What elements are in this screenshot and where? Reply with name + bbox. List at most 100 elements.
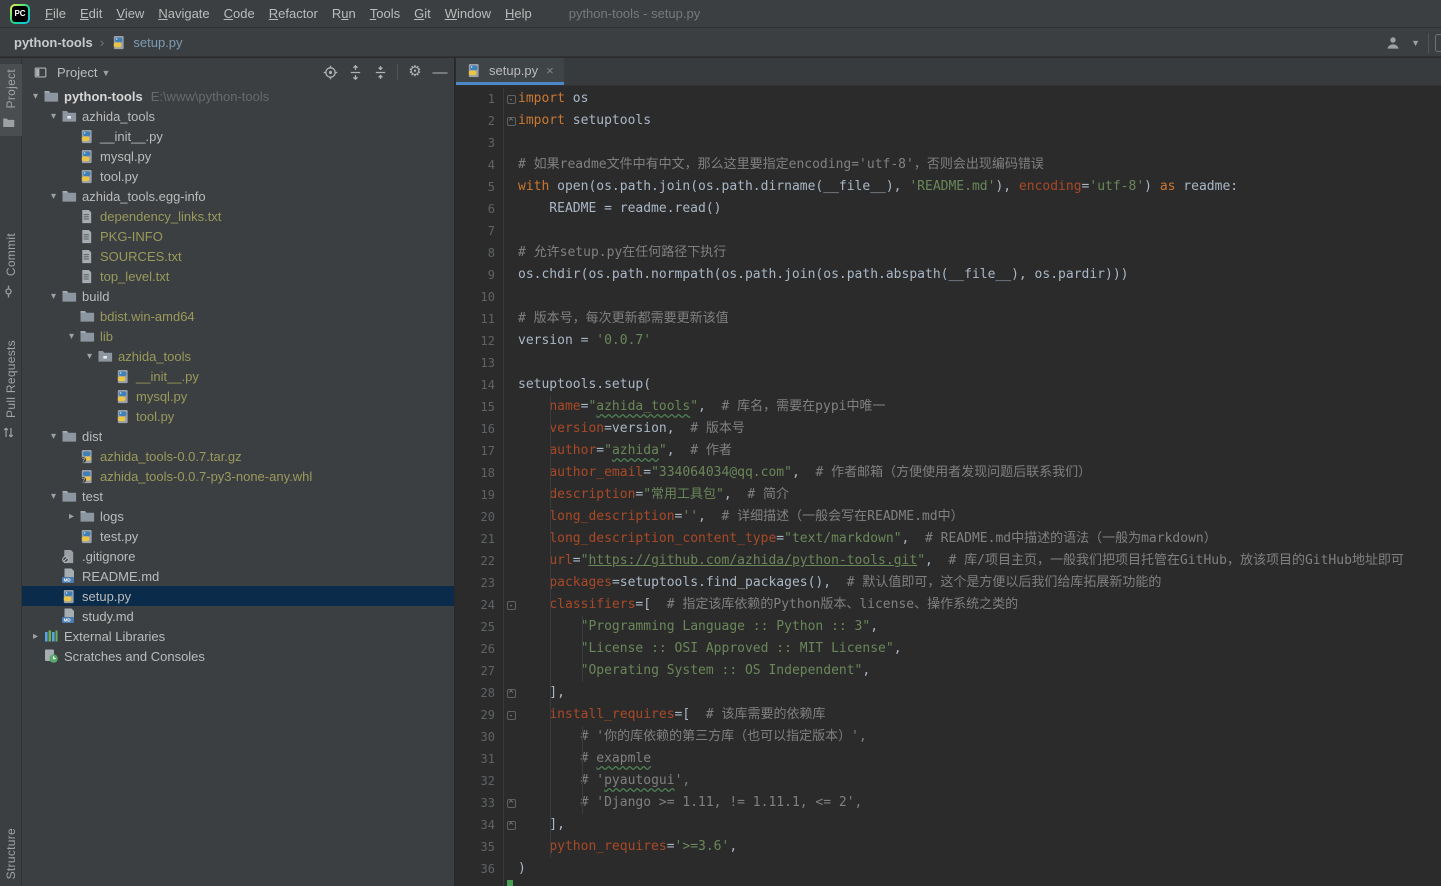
code-line[interactable]: 37 (456, 880, 1441, 886)
fold-marker[interactable]: ^ (507, 689, 516, 698)
code-line[interactable]: 21 long_description_content_type="text/m… (456, 528, 1441, 550)
fold-marker[interactable]: - (507, 711, 516, 720)
code-line[interactable]: 35 python_requires='>=3.6', (456, 836, 1441, 858)
stripe-button-pull-requests[interactable]: Pull Requests (0, 335, 22, 446)
tree-item-lib[interactable]: ▾lib (22, 326, 454, 346)
stripe-button-structure[interactable]: Structure (0, 823, 22, 884)
code-text[interactable]: ) (518, 858, 526, 880)
tree-item-readme-md[interactable]: MDREADME.md (22, 566, 454, 586)
code-line[interactable]: 32 # 'pyautogui', (456, 770, 1441, 792)
tree-item--init-py[interactable]: __init__.py (22, 126, 454, 146)
tree-item-top-level-txt[interactable]: top_level.txt (22, 266, 454, 286)
code-text[interactable]: # 'pyautogui', (518, 770, 690, 792)
code-text[interactable]: os.chdir(os.path.normpath(os.path.join(o… (518, 264, 1128, 286)
code-text[interactable]: version = '0.0.7' (518, 330, 651, 352)
code-line[interactable]: 36) (456, 858, 1441, 880)
tree-item--init-py[interactable]: __init__.py (22, 366, 454, 386)
user-icon[interactable] (1385, 35, 1401, 51)
code-line[interactable]: 7 (456, 220, 1441, 242)
fold-marker[interactable]: - (507, 95, 516, 104)
tree-item-azhida-tools[interactable]: ▾azhida_tools (22, 346, 454, 366)
menu-file[interactable]: File (38, 0, 73, 28)
tree-item-scratches-and-consoles[interactable]: Scratches and Consoles (22, 646, 454, 666)
chevron-down-icon[interactable]: ▾ (64, 331, 79, 342)
tree-item-test-py[interactable]: test.py (22, 526, 454, 546)
code-editor[interactable]: 1-import os2^import setuptools34# 如果read… (456, 86, 1441, 886)
code-line[interactable]: 34^ ], (456, 814, 1441, 836)
code-text[interactable]: name="azhida_tools", # 库名，需要在pypi中唯一 (518, 396, 885, 418)
hide-icon[interactable]: — (432, 64, 448, 80)
code-text[interactable]: # 'Django >= 1.11, != 1.11.1, <= 2', (518, 792, 862, 814)
code-line[interactable]: 13 (456, 352, 1441, 374)
chevron-down-icon[interactable]: ▾ (46, 191, 61, 202)
menu-tools[interactable]: Tools (363, 0, 407, 28)
code-line[interactable]: 23 packages=setuptools.find_packages(), … (456, 572, 1441, 594)
tree-item-dist[interactable]: ▾dist (22, 426, 454, 446)
tree-item-mysql-py[interactable]: mysql.py (22, 146, 454, 166)
code-line[interactable]: 29- install_requires=[ # 该库需要的依赖库 (456, 704, 1441, 726)
code-text[interactable]: # '你的库依赖的第三方库（也可以指定版本）', (518, 726, 867, 748)
tree-item-sources-txt[interactable]: SOURCES.txt (22, 246, 454, 266)
code-line[interactable]: 9os.chdir(os.path.normpath(os.path.join(… (456, 264, 1441, 286)
fold-marker[interactable]: ^ (507, 821, 516, 830)
chevron-down-icon[interactable]: ▼ (1411, 38, 1420, 48)
code-line[interactable]: 17 author="azhida", # 作者 (456, 440, 1441, 462)
code-line[interactable]: 12version = '0.0.7' (456, 330, 1441, 352)
code-text[interactable]: import os (518, 88, 588, 110)
code-line[interactable]: 22 url="https://github.com/azhida/python… (456, 550, 1441, 572)
tree-item--gitignore[interactable]: .gitignore (22, 546, 454, 566)
stripe-button-commit[interactable]: Commit (0, 228, 22, 304)
tree-item-azhida-tools-0-0-7-py3-none-any-whl[interactable]: ?azhida_tools-0.0.7-py3-none-any.whl (22, 466, 454, 486)
chevron-right-icon[interactable]: ▸ (28, 631, 43, 642)
code-text[interactable]: "Operating System :: OS Independent", (518, 660, 870, 682)
project-panel-title[interactable]: Project (57, 65, 97, 80)
menu-window[interactable]: Window (438, 0, 498, 28)
code-text[interactable]: author_email="334064034@qq.com", # 作者邮箱（… (518, 462, 1091, 484)
code-line[interactable]: 2^import setuptools (456, 110, 1441, 132)
fold-marker[interactable]: - (507, 601, 516, 610)
code-text[interactable]: version=version, # 版本号 (518, 418, 745, 440)
code-text[interactable]: # 允许setup.py在任何路径下执行 (518, 242, 726, 264)
code-text[interactable]: # 如果readme文件中有中文，那么这里要指定encoding='utf-8'… (518, 154, 1044, 176)
menu-git[interactable]: Git (407, 0, 438, 28)
tree-item-tool-py[interactable]: tool.py (22, 406, 454, 426)
tree-item-pkg-info[interactable]: PKG-INFO (22, 226, 454, 246)
code-text[interactable]: url="https://github.com/azhida/python-to… (518, 550, 1404, 572)
code-line[interactable]: 25 "Programming Language :: Python :: 3"… (456, 616, 1441, 638)
tree-item-test[interactable]: ▾test (22, 486, 454, 506)
tree-item-bdist-win-amd64[interactable]: bdist.win-amd64 (22, 306, 454, 326)
chevron-down-icon[interactable]: ▼ (101, 68, 110, 78)
code-text[interactable]: long_description_content_type="text/mark… (518, 528, 1217, 550)
chevron-down-icon[interactable]: ▾ (46, 491, 61, 502)
menu-code[interactable]: Code (217, 0, 262, 28)
code-line[interactable]: 5with open(os.path.join(os.path.dirname(… (456, 176, 1441, 198)
tree-item-build[interactable]: ▾build (22, 286, 454, 306)
menu-view[interactable]: View (109, 0, 151, 28)
chevron-down-icon[interactable]: ▾ (82, 351, 97, 362)
menu-refactor[interactable]: Refactor (262, 0, 325, 28)
code-text[interactable]: "License :: OSI Approved :: MIT License"… (518, 638, 902, 660)
tree-item-azhida-tools-egg-info[interactable]: ▾azhida_tools.egg-info (22, 186, 454, 206)
tree-item-setup-py[interactable]: setup.py (22, 586, 454, 606)
code-text[interactable]: "Programming Language :: Python :: 3", (518, 616, 878, 638)
code-line[interactable]: 19 description="常用工具包", # 简介 (456, 484, 1441, 506)
close-icon[interactable]: × (546, 63, 554, 78)
code-line[interactable]: 16 version=version, # 版本号 (456, 418, 1441, 440)
code-line[interactable]: 28^ ], (456, 682, 1441, 704)
breadcrumb-project[interactable]: python-tools (14, 35, 93, 50)
fold-marker[interactable]: ^ (507, 799, 516, 808)
code-text[interactable]: README = readme.read() (518, 198, 722, 220)
code-text[interactable]: # 版本号，每次更新都需要更新该值 (518, 308, 729, 330)
code-line[interactable]: 24- classifiers=[ # 指定该库依赖的Python版本、lice… (456, 594, 1441, 616)
code-text[interactable]: install_requires=[ # 该库需要的依赖库 (518, 704, 826, 726)
tree-item-tool-py[interactable]: tool.py (22, 166, 454, 186)
tree-item-azhida-tools[interactable]: ▾azhida_tools (22, 106, 454, 126)
tree-item-external-libraries[interactable]: ▸External Libraries (22, 626, 454, 646)
code-text[interactable]: packages=setuptools.find_packages(), # 默… (518, 572, 1161, 594)
code-text[interactable]: import setuptools (518, 110, 651, 132)
fold-marker[interactable]: ^ (507, 117, 516, 126)
code-line[interactable]: 14setuptools.setup( (456, 374, 1441, 396)
tree-item-python-tools[interactable]: ▾python-toolsE:\www\python-tools (22, 86, 454, 106)
menu-navigate[interactable]: Navigate (151, 0, 216, 28)
menu-run[interactable]: Run (325, 0, 363, 28)
